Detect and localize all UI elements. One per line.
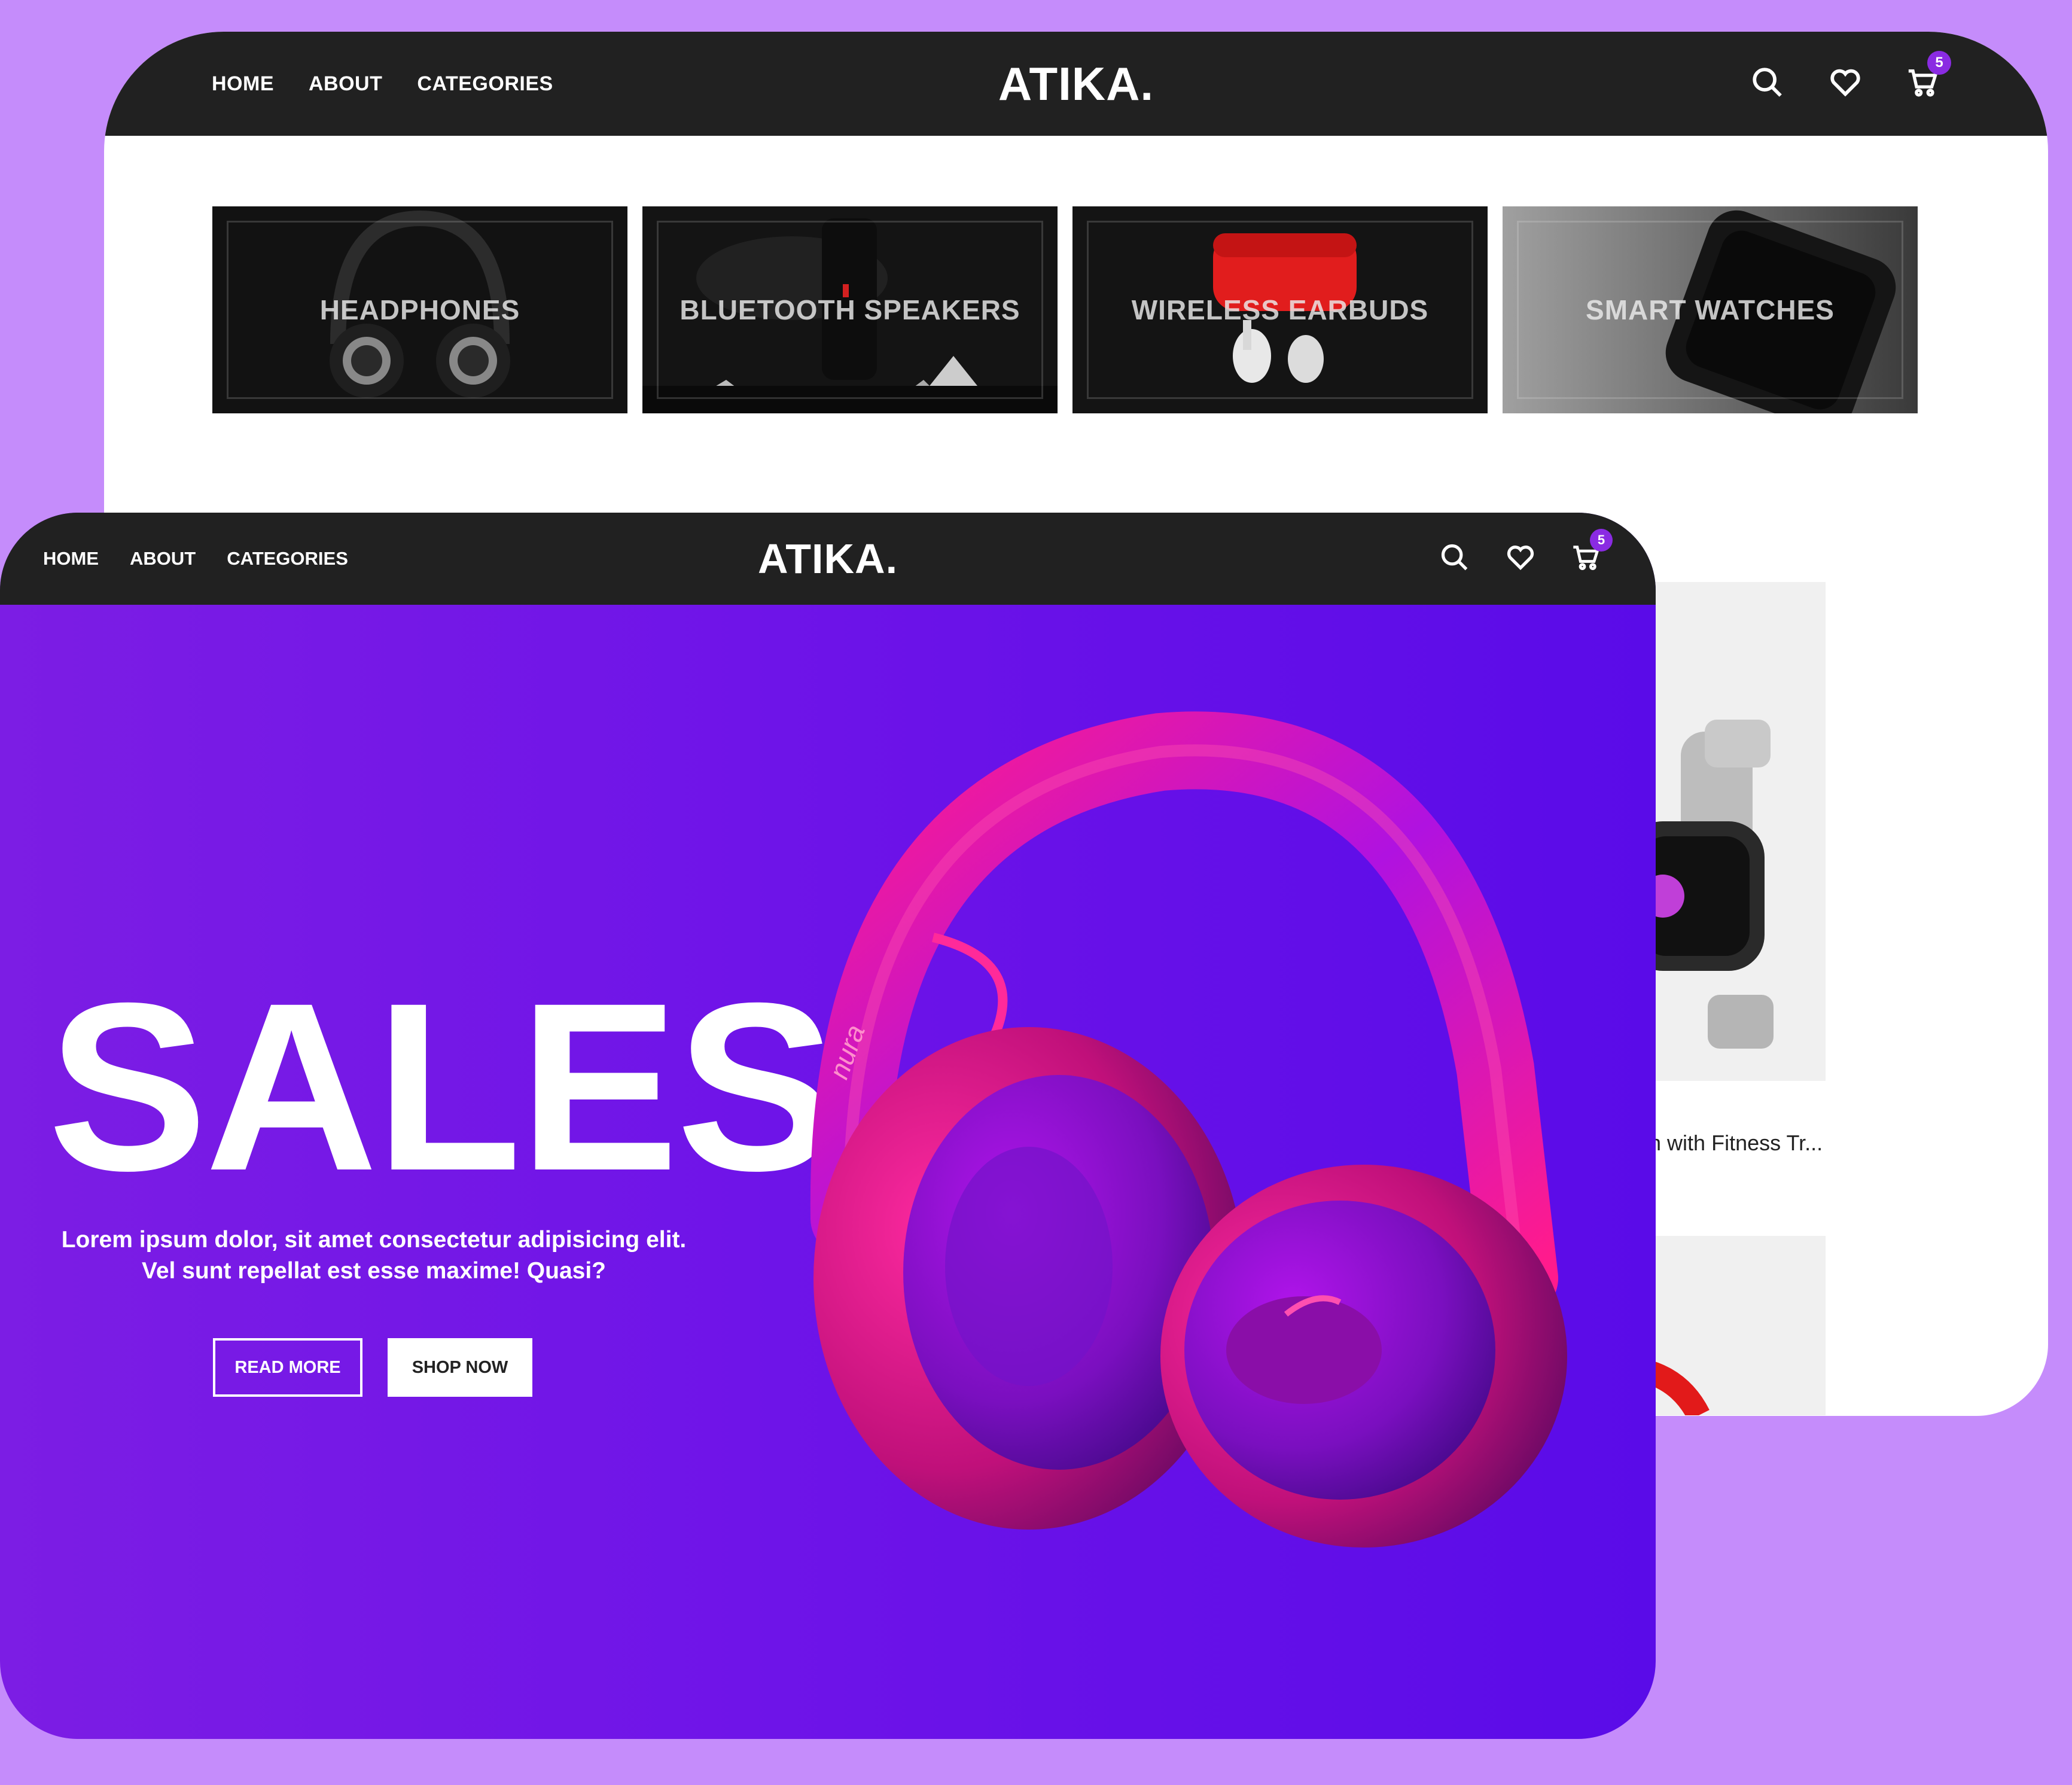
cart-button[interactable]: 5	[1571, 528, 1613, 576]
category-card-wireless-earbuds[interactable]: WIRELESS EARBUDS	[1072, 206, 1488, 413]
category-label: SMART WATCHES	[1586, 294, 1835, 325]
nav-icons: 5	[1439, 513, 1613, 605]
heart-icon	[1507, 545, 1534, 570]
cart-count-badge: 5	[1590, 528, 1613, 552]
wishlist-button[interactable]	[1505, 542, 1536, 576]
shop-now-button[interactable]: SHOP NOW	[388, 1338, 532, 1397]
category-card-bluetooth-speakers[interactable]: BLUETOOTH SPEAKERS	[642, 206, 1058, 413]
cart-button[interactable]: 5	[1906, 50, 1951, 103]
brand-logo[interactable]: ATIKA.	[0, 513, 1656, 605]
headphones-hero-image: nura	[810, 711, 1567, 1548]
heart-icon	[1830, 69, 1860, 96]
cart-count-badge: 5	[1927, 50, 1951, 75]
category-label: HEADPHONES	[319, 294, 520, 325]
category-card-smart-watches[interactable]: SMART WATCHES	[1503, 206, 1918, 413]
read-more-button[interactable]: READ MORE	[213, 1338, 362, 1397]
hero-title: SALES	[48, 953, 836, 1220]
category-label: BLUETOOTH SPEAKERS	[680, 294, 1020, 325]
top-navbar: HOME ABOUT CATEGORIES ATIKA. 5	[104, 32, 2048, 136]
category-card-headphones[interactable]: HEADPHONES	[212, 206, 627, 413]
wishlist-button[interactable]	[1828, 65, 1863, 103]
front-browser-window: HOME ABOUT CATEGORIES ATIKA. 5 SALES Lor…	[0, 513, 1656, 1739]
category-row: HEADPHONES BLUETOOTH SPEAKERS WIRELESS E…	[212, 206, 1918, 413]
nav-icons: 5	[1750, 32, 1951, 136]
hero-description: Lorem ipsum dolor, sit amet consectetur …	[61, 1227, 687, 1284]
top-navbar: HOME ABOUT CATEGORIES ATIKA. 5	[0, 513, 1656, 605]
category-label: WIRELESS EARBUDS	[1131, 294, 1429, 325]
search-button[interactable]	[1750, 65, 1785, 103]
search-icon	[1753, 67, 1782, 97]
search-icon	[1441, 544, 1468, 570]
search-button[interactable]	[1439, 542, 1470, 576]
